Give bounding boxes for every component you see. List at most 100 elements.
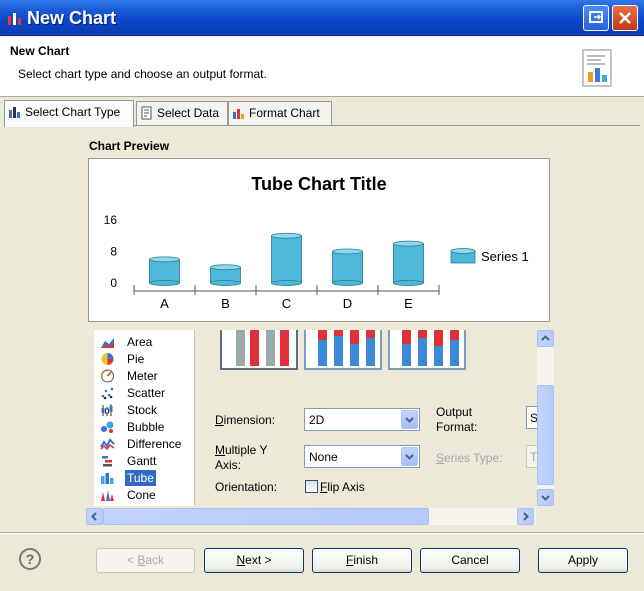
chart-type-item-area[interactable]: Area (98, 334, 192, 350)
meter-chart-icon (101, 369, 114, 383)
next-button[interactable]: Next > (204, 548, 304, 573)
tab-label: Select Chart Type (25, 105, 121, 119)
tube-bar (393, 243, 424, 284)
y-tick-label: 0 (110, 276, 117, 290)
tube-bar-base (393, 280, 424, 286)
multiple-y-axis-select[interactable]: None (304, 445, 420, 468)
stock-chart-icon (101, 404, 113, 416)
x-tick-label: D (343, 296, 352, 311)
multiple-y-axis-value: None (309, 450, 338, 464)
tube-chart-icon (101, 473, 114, 484)
chart-svg: Tube Chart Title 0 8 16 A B C D E Series 1 (104, 174, 529, 311)
chart-type-item-difference[interactable]: Difference (98, 436, 192, 452)
area-chart-icon (101, 338, 114, 348)
dimension-value: 2D (309, 413, 325, 427)
dimension-dropdown-button[interactable] (401, 410, 418, 429)
tab-label: Format Chart (249, 106, 320, 120)
tab-select-data[interactable]: Select Data (136, 101, 228, 126)
scroll-up-button[interactable] (537, 330, 554, 347)
chart-type-item-bubble[interactable]: Bubble (98, 419, 192, 435)
chart-type-item-tube[interactable]: Tube (98, 470, 192, 486)
subtype-thumbnail-stacked[interactable] (304, 330, 382, 370)
cancel-button[interactable]: Cancel (420, 548, 520, 573)
restore-button[interactable] (583, 5, 609, 31)
apply-button[interactable]: Apply (538, 548, 628, 573)
tube-bar-top (271, 232, 302, 239)
x-tick-label: C (282, 296, 291, 311)
legend-label: Series 1 (481, 249, 529, 264)
gantt-chart-icon (102, 456, 112, 467)
separator (0, 532, 644, 534)
y-tick-label: 8 (110, 245, 117, 259)
chevron-right-icon (523, 512, 529, 521)
x-tick-label: A (160, 296, 169, 311)
x-tick-label: B (221, 296, 230, 311)
subtype-preview-icon (318, 330, 375, 366)
vertical-scroll-thumb[interactable] (537, 385, 554, 485)
wizard-header: New Chart Select chart type and choose a… (0, 37, 644, 97)
tube-bar-top (332, 248, 363, 255)
series-type-label: Series Type: (436, 451, 503, 465)
chart-type-label: Stock (127, 403, 158, 417)
data-icon (141, 106, 152, 120)
orientation-label: Orientation: (215, 480, 278, 494)
chart-type-item-scatter[interactable]: Scatter (98, 385, 192, 401)
vertical-scrollbar[interactable] (537, 330, 554, 506)
horizontal-scroll-thumb[interactable] (103, 508, 429, 525)
chart-preview-label: Chart Preview (89, 139, 170, 153)
dimension-select[interactable]: 2D (304, 408, 420, 431)
x-tick-label: E (404, 296, 413, 311)
format-chart-icon (233, 109, 244, 119)
pie-chart-icon (101, 353, 114, 365)
scroll-down-button[interactable] (537, 489, 554, 506)
tube-bar (332, 251, 363, 284)
chevron-up-icon (541, 335, 550, 341)
chevron-down-icon (405, 454, 414, 460)
multiple-y-axis-dropdown-button[interactable] (401, 447, 418, 466)
legend-swatch-top (450, 248, 476, 254)
close-button[interactable] (612, 5, 638, 31)
chart-type-item-cone[interactable]: Cone (98, 487, 192, 503)
tab-select-chart-type[interactable]: Select Chart Type (4, 100, 134, 127)
chevron-down-icon (541, 495, 550, 501)
chart-type-label: Bubble (127, 420, 165, 434)
y-tick-label: 16 (104, 213, 118, 227)
help-icon[interactable]: ? (19, 548, 41, 570)
chart-type-label: Difference (127, 437, 182, 451)
chart-type-label: Tube (125, 470, 156, 486)
tab-label: Select Data (157, 106, 220, 120)
chart-type-label: Scatter (127, 386, 166, 400)
scroll-right-button[interactable] (517, 508, 534, 525)
subtype-thumbnail-side-by-side[interactable] (220, 330, 298, 370)
tube-bar-top (149, 256, 180, 263)
scatter-chart-icon (101, 387, 114, 400)
flip-axis-label[interactable]: Flip Axis (320, 480, 365, 495)
chart-type-list[interactable]: Area Pie Meter Scatter Stock Bubble Difference… (94, 330, 195, 506)
finish-button[interactable]: Finish (312, 548, 412, 573)
flip-axis-checkbox[interactable] (305, 480, 318, 493)
tube-bar-top (393, 240, 424, 247)
chart-type-item-stock[interactable]: Stock (98, 402, 192, 418)
chevron-down-icon (405, 417, 414, 423)
title-bar[interactable]: New Chart (0, 0, 644, 36)
scroll-left-button[interactable] (86, 508, 103, 525)
chart-title: Tube Chart Title (251, 174, 386, 194)
chart-type-item-gantt[interactable]: Gantt (98, 453, 192, 469)
horizontal-scrollbar[interactable] (86, 508, 536, 525)
tab-format-chart[interactable]: Format Chart (228, 101, 332, 126)
close-icon (619, 12, 631, 24)
bubble-chart-icon (101, 421, 114, 433)
chart-type-label: Cone (127, 488, 156, 502)
subtype-thumbnail-percent-stacked[interactable] (388, 330, 466, 370)
tube-bar-base (210, 280, 241, 286)
chart-type-item-pie[interactable]: Pie (98, 351, 192, 367)
new-chart-dialog: New Chart New Chart Select chart type an… (0, 0, 644, 591)
dimension-label: Dimension: (215, 413, 276, 427)
tube-bar-base (271, 280, 302, 286)
chart-type-label: Pie (127, 352, 145, 366)
chart-type-icon (9, 107, 20, 118)
wizard-chart-icon (582, 49, 612, 87)
chart-type-item-meter[interactable]: Meter (98, 368, 192, 384)
app-chart-icon (8, 13, 21, 25)
tube-bar-base (332, 280, 363, 286)
